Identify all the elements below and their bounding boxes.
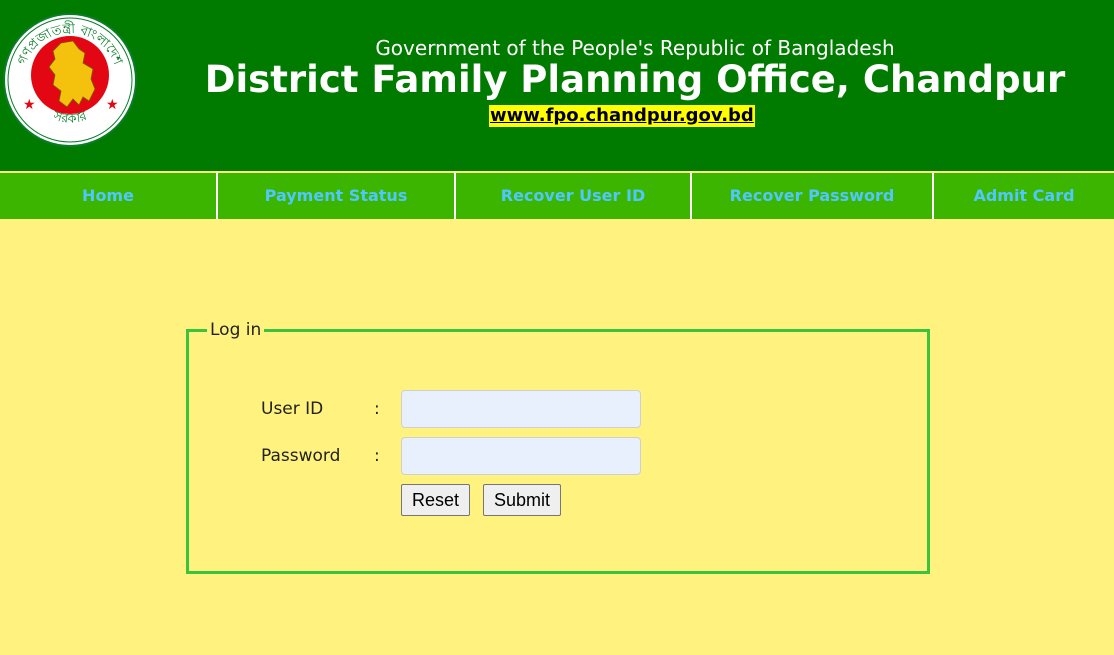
user-id-input[interactable] — [401, 390, 641, 428]
nav-item-admit-card[interactable]: Admit Card — [934, 173, 1114, 219]
svg-text:★: ★ — [106, 97, 119, 113]
government-line: Government of the People's Republic of B… — [375, 36, 895, 60]
page-header: গণপ্রজাতন্ত্রী বাংলাদেশ সরকার ★ ★ Govern… — [0, 0, 1114, 171]
website-link[interactable]: www.fpo.chandpur.gov.bd — [489, 105, 755, 127]
user-id-colon: : — [374, 399, 380, 419]
password-colon: : — [374, 446, 380, 466]
main-nav: Home Payment Status Recover User ID Reco… — [0, 173, 1114, 219]
reset-button[interactable]: Reset — [401, 484, 471, 516]
nav-item-recover-password[interactable]: Recover Password — [692, 173, 934, 219]
nav-item-payment-status[interactable]: Payment Status — [218, 173, 456, 219]
nav-item-recover-user-id[interactable]: Recover User ID — [456, 173, 692, 219]
nav-item-home[interactable]: Home — [0, 173, 218, 219]
svg-text:★: ★ — [23, 97, 36, 113]
login-legend: Log in — [207, 320, 265, 340]
page-title: District Family Planning Office, Chandpu… — [204, 58, 1066, 101]
bangladesh-government-seal-icon: গণপ্রজাতন্ত্রী বাংলাদেশ সরকার ★ ★ — [3, 13, 137, 147]
password-label: Password — [261, 446, 341, 466]
password-input[interactable] — [401, 437, 641, 475]
user-id-label: User ID — [261, 399, 324, 419]
submit-button[interactable]: Submit — [483, 484, 562, 516]
